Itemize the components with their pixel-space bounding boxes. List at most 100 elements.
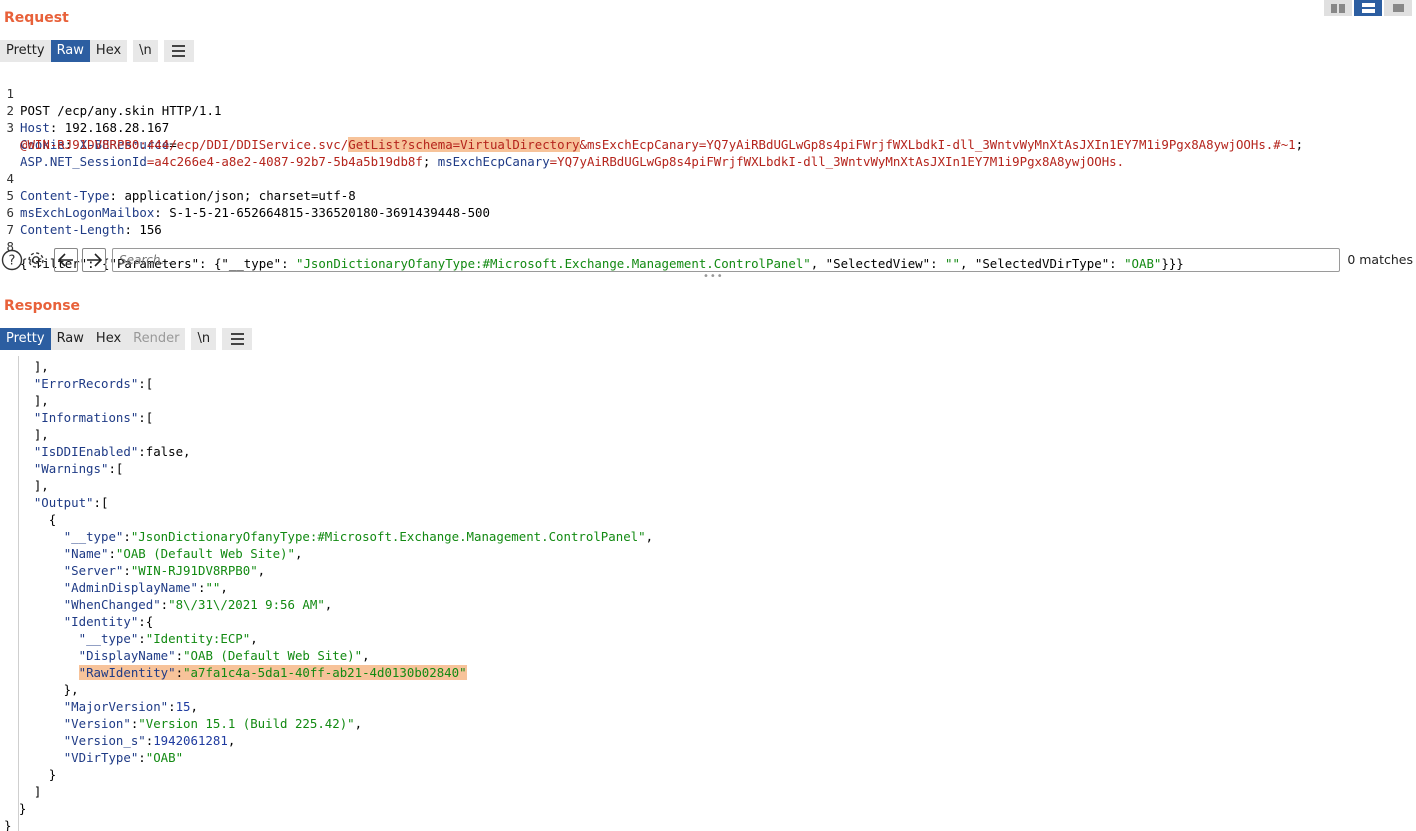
settings-icon[interactable] bbox=[24, 248, 48, 272]
search-input[interactable] bbox=[113, 249, 1339, 271]
tab-raw[interactable]: Raw bbox=[50, 328, 90, 350]
json-punct: :[ bbox=[93, 495, 109, 510]
tab-render[interactable]: Render bbox=[127, 328, 186, 350]
json-punct: { bbox=[4, 512, 57, 527]
tab-newline[interactable]: \n bbox=[133, 40, 158, 62]
json-string: "JsonDictionaryOfanyType:#Microsoft.Exch… bbox=[130, 529, 646, 544]
json-key: "Name" bbox=[63, 546, 109, 561]
json-punct: ] bbox=[4, 784, 42, 799]
response-line: }, bbox=[0, 681, 1416, 698]
request-editor[interactable]: 1 POST /ecp/any.skin HTTP/1.1 2 Host: 19… bbox=[0, 68, 1416, 271]
response-title: Response bbox=[4, 298, 81, 314]
arrow-left-icon[interactable] bbox=[54, 248, 78, 272]
json-key: "__type" bbox=[78, 631, 139, 646]
json-punct: } bbox=[4, 818, 12, 831]
json-string: "OAB (Default Web Site)" bbox=[183, 648, 363, 663]
json-string: "OAB (Default Web Site)" bbox=[115, 546, 295, 561]
response-line: } bbox=[0, 800, 1416, 817]
tab-raw[interactable]: Raw bbox=[50, 40, 90, 62]
stacked-layout-icon[interactable] bbox=[1354, 0, 1382, 16]
response-line: "MajorVersion":15, bbox=[63, 699, 198, 714]
response-line: "ErrorRecords":[ bbox=[0, 375, 1416, 392]
request-menu-button[interactable] bbox=[163, 40, 194, 62]
tab-pretty[interactable]: Pretty bbox=[0, 40, 51, 62]
response-line: ], bbox=[0, 426, 1416, 443]
response-line: ], bbox=[0, 392, 1416, 409]
json-key: "ErrorRecords" bbox=[33, 376, 139, 391]
json-string: "8\/31\/2021 9:56 AM" bbox=[168, 597, 325, 612]
json-punct: ], bbox=[4, 393, 49, 408]
json-key: "Version_s" bbox=[63, 733, 146, 748]
request-line: 2 Host: 192.168.28.167 bbox=[0, 85, 1416, 135]
request-line: 3 Cookie: X-BEResource= bbox=[0, 102, 1416, 152]
json-punct: }, bbox=[4, 682, 79, 697]
json-key: "MajorVersion" bbox=[63, 699, 169, 714]
response-menu-button[interactable] bbox=[222, 328, 253, 350]
response-line: "DisplayName":"OAB (Default Web Site)", bbox=[78, 648, 370, 663]
menu-icon bbox=[230, 333, 244, 345]
response-line: "WhenChanged":"8\/31\/2021 9:56 AM", bbox=[63, 597, 333, 612]
tab-hex[interactable]: Hex bbox=[89, 328, 128, 350]
response-line: } bbox=[0, 817, 1416, 831]
arrow-right-icon[interactable] bbox=[82, 248, 106, 272]
single-pane-layout-icon[interactable] bbox=[1384, 0, 1412, 16]
search-field[interactable] bbox=[112, 248, 1340, 272]
response-line: "Warnings":[ bbox=[0, 460, 1416, 477]
search-bar: ? 0 matches bbox=[0, 248, 1416, 272]
pane-divider-handle[interactable]: ••• bbox=[703, 271, 724, 282]
tab-hex[interactable]: Hex bbox=[89, 40, 128, 62]
response-line: "RawIdentity":"a7fa1c4a-5da1-40ff-ab21-4… bbox=[78, 665, 467, 680]
response-line: ] bbox=[0, 783, 1416, 800]
json-string: "a7fa1c4a-5da1-40ff-ab21-4d0130b02840" bbox=[183, 665, 467, 680]
response-viewer[interactable]: ], "ErrorRecords":[ ], "Informations":[ … bbox=[0, 356, 1416, 831]
tab-newline[interactable]: \n bbox=[191, 328, 217, 350]
json-string: "" bbox=[205, 580, 221, 595]
request-title: Request bbox=[4, 10, 69, 26]
json-punct: ], bbox=[4, 359, 49, 374]
request-line: 8 {"filter": {"Parameters": {"__type": "… bbox=[0, 221, 1416, 271]
menu-icon bbox=[172, 45, 186, 57]
json-key: "RawIdentity" bbox=[78, 665, 176, 680]
response-tabs: Pretty Raw Hex Render \n bbox=[0, 328, 253, 350]
request-line: 1 POST /ecp/any.skin HTTP/1.1 bbox=[0, 68, 1416, 118]
json-punct: :[ bbox=[138, 410, 154, 425]
match-count: 0 matches bbox=[1347, 252, 1413, 267]
json-number: 1942061281 bbox=[153, 733, 228, 748]
json-key: "Output" bbox=[33, 495, 94, 510]
response-line: "Identity":{ bbox=[0, 613, 1416, 630]
response-line: ], bbox=[0, 358, 1416, 375]
response-line: "Version":"Version 15.1 (Build 225.42)", bbox=[63, 716, 363, 731]
response-line: "Server":"WIN-RJ91DV8RPB0", bbox=[63, 563, 266, 578]
response-line: "AdminDisplayName":"", bbox=[63, 580, 228, 595]
json-string: "Identity:ECP" bbox=[145, 631, 251, 646]
response-line: "__type":"JsonDictionaryOfanyType:#Micro… bbox=[63, 529, 654, 544]
json-string: "WIN-RJ91DV8RPB0" bbox=[130, 563, 258, 578]
tab-pretty[interactable]: Pretty bbox=[0, 328, 51, 350]
json-punct: :[ bbox=[108, 461, 124, 476]
svg-text:?: ? bbox=[9, 254, 16, 269]
response-line: "Output":[ bbox=[0, 494, 1416, 511]
response-line: "Version_s":1942061281, bbox=[63, 733, 236, 748]
response-line: "Name":"OAB (Default Web Site)", bbox=[63, 546, 303, 561]
json-key: "AdminDisplayName" bbox=[63, 580, 198, 595]
response-line: ], bbox=[0, 477, 1416, 494]
json-punct: ], bbox=[4, 427, 49, 442]
json-key: "Identity" bbox=[63, 614, 139, 629]
json-punct: :{ bbox=[138, 614, 154, 629]
side-by-side-layout-icon[interactable] bbox=[1324, 0, 1352, 16]
request-tabs: Pretty Raw Hex \n bbox=[0, 40, 194, 62]
request-line: @WIN-RJ91DV8RPB0:444/ecp/DDI/DDIService.… bbox=[0, 119, 1416, 152]
request-line: 6 Content-Length: 156 bbox=[0, 187, 1416, 237]
json-key: "__type" bbox=[63, 529, 124, 544]
json-key: "Warnings" bbox=[33, 461, 109, 476]
json-punct: } bbox=[4, 767, 57, 782]
json-key: "Server" bbox=[63, 563, 124, 578]
json-key: "VDirType" bbox=[63, 750, 139, 765]
json-key: "WhenChanged" bbox=[63, 597, 161, 612]
help-icon[interactable]: ? bbox=[0, 248, 24, 272]
json-string: "Version 15.1 (Build 225.42)" bbox=[138, 716, 355, 731]
response-line: { bbox=[0, 511, 1416, 528]
response-line: "__type":"Identity:ECP", bbox=[78, 631, 258, 646]
json-string: "OAB" bbox=[145, 750, 184, 765]
request-line: 5 msExchLogonMailbox: S-1-5-21-652664815… bbox=[0, 170, 1416, 220]
